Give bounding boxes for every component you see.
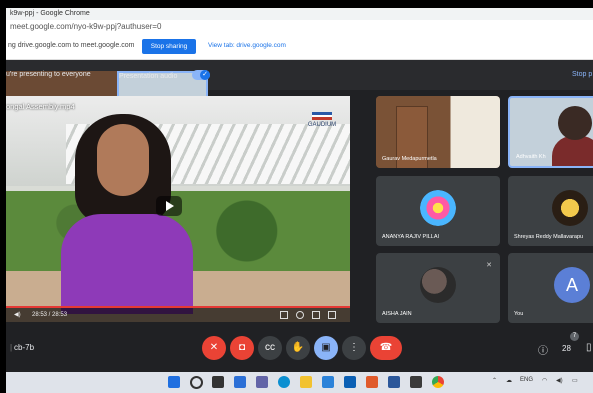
mic-off-icon[interactable]: ✕ (202, 336, 226, 360)
presentation-audio-toggle[interactable]: ✓ (192, 70, 210, 80)
participant-name: Adhvaith Kh (516, 154, 546, 160)
participant-head (558, 106, 592, 140)
participant-tile[interactable]: ✕ AISHA JAIN (376, 253, 500, 323)
address-bar[interactable]: meet.google.com/nyo-k9w-ppj?authuser=0 (6, 20, 593, 34)
fullscreen-icon[interactable] (328, 311, 336, 319)
participant-name: AISHA JAIN (382, 311, 412, 317)
school-logo: GAUDIUM (300, 112, 344, 134)
settings-icon[interactable] (296, 311, 304, 319)
photos-icon[interactable] (410, 376, 422, 388)
meeting-controls: | cb-7b ✕ ◘ cc ✋ ▣ ⋮ ☎ ⓘ 7 28 ▯ (6, 328, 593, 372)
office-icon[interactable] (366, 376, 378, 388)
captions-icon[interactable]: cc (258, 336, 282, 360)
screen: k9w-ppj - Google Chrome meet.google.com/… (0, 0, 593, 393)
divider: | (10, 343, 13, 352)
window-title: k9w-ppj - Google Chrome (6, 8, 593, 20)
store-icon[interactable] (322, 376, 334, 388)
end-call-icon[interactable]: ☎ (370, 336, 402, 360)
raise-hand-icon[interactable]: ✋ (286, 336, 310, 360)
task-view-icon[interactable] (212, 376, 224, 388)
edge-icon[interactable] (278, 376, 290, 388)
miniplayer-icon[interactable] (312, 311, 320, 319)
presenter-dress (61, 214, 193, 314)
participant-tile[interactable]: Shreyas Reddy Mallavarapu (508, 176, 593, 246)
video-controls: ◀) 28:53 / 28:53 (6, 308, 350, 322)
tray-chevron-icon[interactable]: ⌃ (492, 377, 497, 384)
widgets-icon[interactable] (234, 376, 246, 388)
wifi-icon[interactable]: ◠ (542, 377, 547, 384)
logo-text: GAUDIUM (307, 122, 337, 128)
mail-icon[interactable] (344, 376, 356, 388)
info-icon[interactable]: ⓘ (538, 342, 548, 357)
video-time: 28:53 / 28:53 (32, 312, 68, 318)
chat-icon[interactable]: ▯ (586, 342, 592, 353)
volume-icon[interactable]: ◀) (556, 377, 563, 384)
avatar: A (554, 267, 590, 303)
logo-mark (312, 112, 332, 120)
search-icon[interactable] (190, 376, 203, 389)
chat-badge: 7 (570, 332, 579, 341)
file-explorer-icon[interactable] (300, 376, 312, 388)
meet-window: u're presenting to everyone Presentation… (6, 60, 593, 372)
word-icon[interactable] (388, 376, 400, 388)
avatar (552, 190, 588, 226)
avatar (420, 267, 456, 303)
chrome-icon[interactable] (432, 376, 444, 388)
mic-off-icon: ✕ (486, 262, 492, 269)
more-icon[interactable]: ⋮ (342, 336, 366, 360)
play-icon[interactable] (156, 196, 182, 216)
stop-presenting-button[interactable]: Stop p (572, 71, 592, 78)
participant-tile[interactable]: Gaurav Medapurmetla (376, 96, 500, 168)
present-icon[interactable]: ▣ (314, 336, 338, 360)
participant-tile[interactable]: ANANYA RAJIV PILLAI (376, 176, 500, 246)
chat-app-icon[interactable] (256, 376, 268, 388)
language-indicator[interactable]: ENG (520, 377, 533, 383)
video-title: ongal Assembly.mp4 (6, 102, 75, 111)
volume-icon[interactable]: ◀) (14, 308, 21, 322)
onedrive-icon[interactable]: ☁ (506, 377, 512, 384)
participant-tile[interactable]: Adhvaith Kh (508, 96, 593, 168)
participant-shirt (552, 136, 593, 166)
share-message: ng drive.google.com to meet.google.com (8, 42, 135, 49)
shared-video[interactable]: ongal Assembly.mp4 GAUDIUM ◀) 28:53 / 28… (6, 96, 350, 322)
subtitles-icon[interactable] (280, 311, 288, 319)
stop-sharing-button[interactable]: Stop sharing (142, 39, 196, 54)
presenter-face (97, 124, 149, 196)
meeting-code: cb-7b (14, 343, 35, 352)
taskbar: ⌃ ☁ ENG ◠ ◀) ▭ (6, 372, 593, 393)
view-tab-link[interactable]: View tab: drive.google.com (208, 42, 286, 49)
participant-name: Shreyas Reddy Mallavarapu (514, 234, 584, 240)
participant-count[interactable]: 28 (562, 344, 571, 353)
presentation-bar: u're presenting to everyone Presentation… (6, 60, 593, 143)
participant-name: You (514, 311, 524, 317)
participant-tile[interactable]: A You (508, 253, 593, 323)
participant-name: ANANYA RAJIV PILLAI (382, 234, 440, 240)
participant-name: Gaurav Medapurmetla (382, 156, 437, 162)
check-icon: ✓ (200, 70, 210, 80)
share-info-bar: ng drive.google.com to meet.google.com S… (6, 34, 593, 60)
avatar (420, 190, 456, 226)
battery-icon[interactable]: ▭ (572, 377, 578, 384)
windows-start-icon[interactable] (168, 376, 180, 388)
camera-off-icon[interactable]: ◘ (230, 336, 254, 360)
